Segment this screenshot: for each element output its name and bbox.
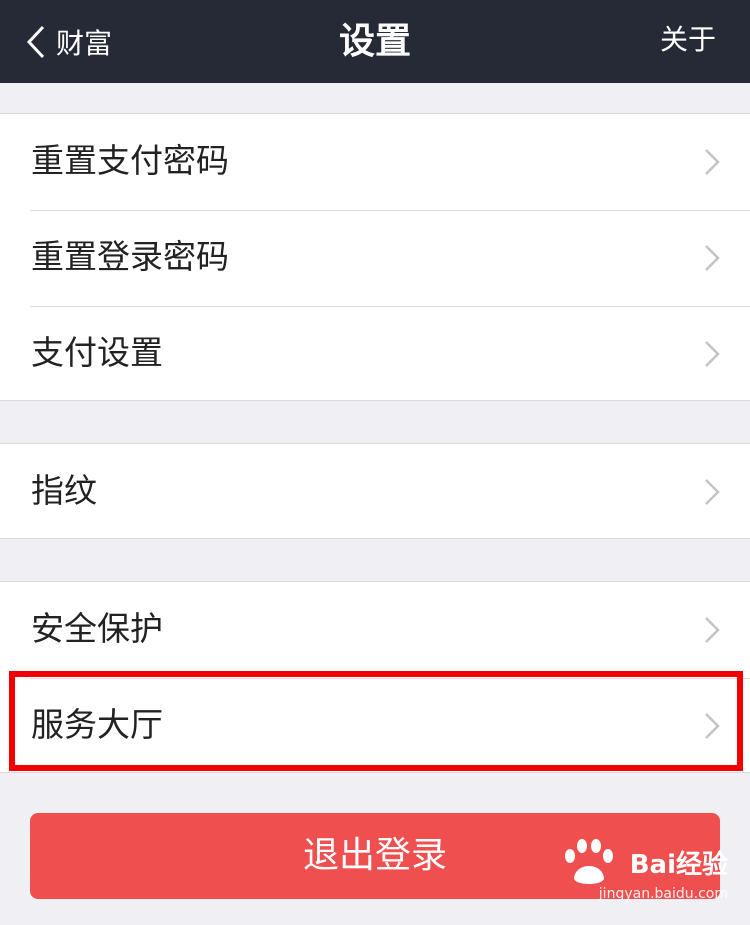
chevron-right-icon	[705, 479, 720, 505]
list-item-label: 指纹	[31, 471, 97, 510]
list-item-reset-pay-password[interactable]: 重置支付密码	[0, 114, 750, 210]
list-item-reset-login-password[interactable]: 重置登录密码	[0, 210, 750, 306]
back-label: 财富	[56, 26, 113, 60]
settings-group-fingerprint: 指纹	[0, 443, 750, 539]
list-item-fingerprint[interactable]: 指纹	[0, 444, 750, 540]
chevron-right-icon	[705, 245, 720, 271]
list-item-security-protection[interactable]: 安全保护	[0, 582, 750, 678]
navigation-bar: 财富 设置 关于	[0, 0, 750, 83]
back-button[interactable]: 财富	[26, 0, 112, 83]
settings-group-password: 重置支付密码 重置登录密码 支付设置	[0, 113, 750, 401]
list-item-label: 服务大厅	[31, 705, 163, 744]
list-item-payment-settings[interactable]: 支付设置	[0, 306, 750, 402]
chevron-right-icon	[705, 341, 720, 367]
chevron-right-icon	[705, 617, 720, 643]
chevron-right-icon	[705, 149, 720, 175]
list-item-label: 支付设置	[31, 333, 163, 372]
about-button[interactable]: 关于	[660, 0, 716, 83]
page-title: 设置	[338, 21, 411, 62]
settings-group-security: 安全保护 服务大厅	[0, 581, 750, 773]
chevron-left-icon	[26, 25, 45, 58]
list-item-label: 安全保护	[31, 609, 163, 648]
chevron-right-icon	[705, 713, 720, 739]
list-item-service-hall[interactable]: 服务大厅	[0, 678, 750, 774]
list-item-label: 重置登录密码	[31, 237, 229, 276]
logout-button[interactable]: 退出登录	[30, 813, 720, 899]
list-item-label: 重置支付密码	[31, 141, 229, 180]
